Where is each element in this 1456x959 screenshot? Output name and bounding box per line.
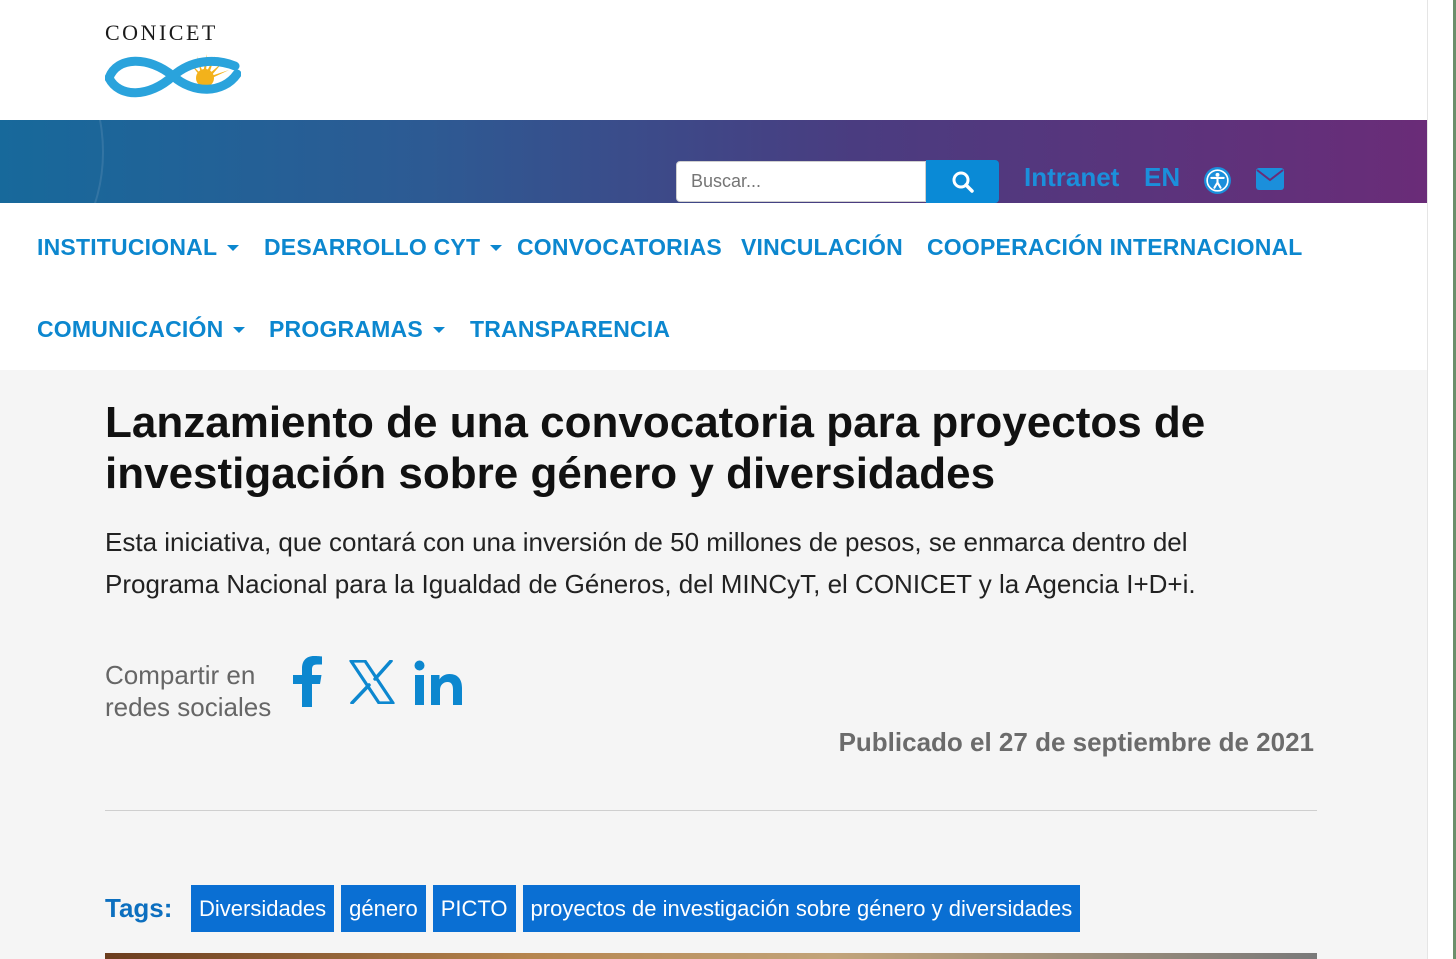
nav-label: INSTITUCIONAL [37,234,218,260]
facebook-icon [293,656,322,707]
share-x-button[interactable] [349,659,395,709]
nav-transparencia[interactable]: TRANSPARENCIA [470,316,670,343]
tag-diversidades[interactable]: Diversidades [191,885,335,932]
logo-text: CONICET [105,20,218,45]
mail-icon [1256,168,1284,190]
nav-convocatorias[interactable]: CONVOCATORIAS [517,234,722,261]
tags-label: Tags: [105,893,173,923]
search-input[interactable] [676,161,926,202]
nav-programas[interactable]: PROGRAMAS [269,316,445,343]
nav-comunicacion[interactable]: COMUNICACIÓN [37,316,246,343]
nav-desarrollo-cyt[interactable]: DESARROLLO CYT [264,234,503,261]
article-hero-image [105,953,1317,959]
nav-label: VINCULACIÓN [741,234,903,260]
tag-picto[interactable]: PICTO [432,885,516,932]
nav-institucional[interactable]: INSTITUCIONAL [37,234,240,261]
tags-list: Diversidades género PICTO proyectos de i… [191,885,1081,932]
nav-label: TRANSPARENCIA [470,316,671,342]
article-lede: Esta iniciativa, que contará con una inv… [105,527,1196,599]
search-icon [952,171,974,193]
chevron-down-icon [227,244,240,251]
nav-label: COMUNICACIÓN [37,316,224,342]
chevron-down-icon [490,244,503,251]
banner-decoration [0,120,104,203]
accessibility-button[interactable] [1203,166,1232,200]
nav-vinculacion[interactable]: VINCULACIÓN [741,234,903,261]
nav-label: CONVOCATORIAS [517,234,722,260]
mail-button[interactable] [1256,168,1284,195]
main-navigation: INSTITUCIONAL DESARROLLO CYT CONVOCATORI… [0,203,1427,370]
chevron-down-icon [233,326,246,333]
linkedin-icon [414,660,462,705]
chevron-down-icon [432,326,445,333]
conicet-logo[interactable]: CONICET [105,18,245,100]
logo-mark-icon [105,54,241,98]
article-title: Lanzamiento de una convocatoria para pro… [105,398,1206,498]
accessibility-icon [1204,167,1231,194]
intranet-link[interactable]: Intranet [1024,162,1119,193]
nav-cooperacion-internacional[interactable]: COOPERACIÓN INTERNACIONAL [927,234,1303,261]
x-icon [349,659,395,705]
nav-label: PROGRAMAS [269,316,423,342]
nav-label: COOPERACIÓN INTERNACIONAL [927,234,1303,260]
search-button[interactable] [926,160,999,203]
language-link[interactable]: EN [1144,162,1180,193]
share-linkedin-button[interactable] [414,660,464,711]
site-header: CONICET [0,0,1427,120]
tag-genero[interactable]: género [341,885,426,932]
tag-proyectos-genero-diversidades[interactable]: proyectos de investigación sobre género … [522,885,1081,932]
share-label: Compartir en redes sociales [105,660,272,722]
right-edge-panel [1427,0,1456,959]
divider [105,810,1317,811]
nav-label: DESARROLLO CYT [264,234,481,260]
share-facebook-button[interactable] [292,655,322,712]
published-date: Publicado el 27 de septiembre de 2021 [838,727,1314,757]
